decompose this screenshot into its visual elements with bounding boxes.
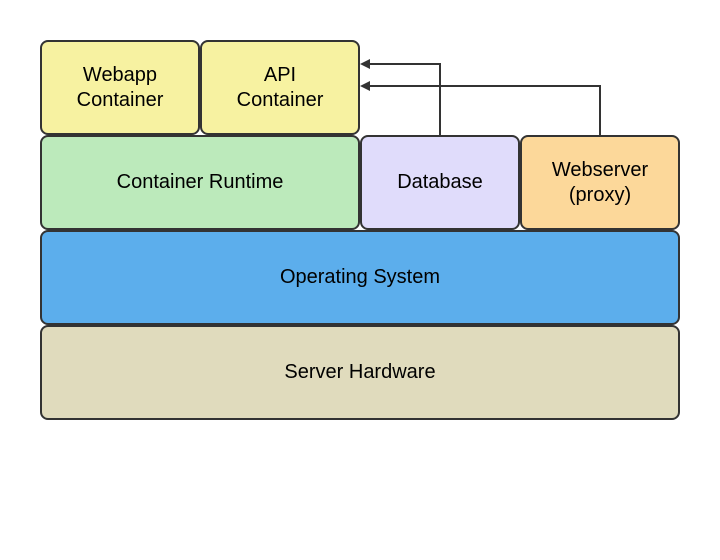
webserver-box: Webserver(proxy) — [520, 135, 680, 230]
arrow-webserver-to-api — [362, 86, 600, 135]
server-hardware-box: Server Hardware — [40, 325, 680, 420]
api-container-label: APIContainer — [237, 63, 324, 113]
operating-system-box: Operating System — [40, 230, 680, 325]
api-container-box: APIContainer — [200, 40, 360, 135]
operating-system-label: Operating System — [280, 265, 440, 290]
webapp-container-label: WebappContainer — [77, 63, 164, 113]
webserver-label: Webserver(proxy) — [552, 158, 648, 208]
container-runtime-box: Container Runtime — [40, 135, 360, 230]
arrow-database-to-api — [362, 64, 440, 135]
database-box: Database — [360, 135, 520, 230]
container-runtime-label: Container Runtime — [117, 170, 284, 195]
database-label: Database — [397, 170, 483, 195]
server-hardware-label: Server Hardware — [284, 360, 435, 385]
webapp-container-box: WebappContainer — [40, 40, 200, 135]
